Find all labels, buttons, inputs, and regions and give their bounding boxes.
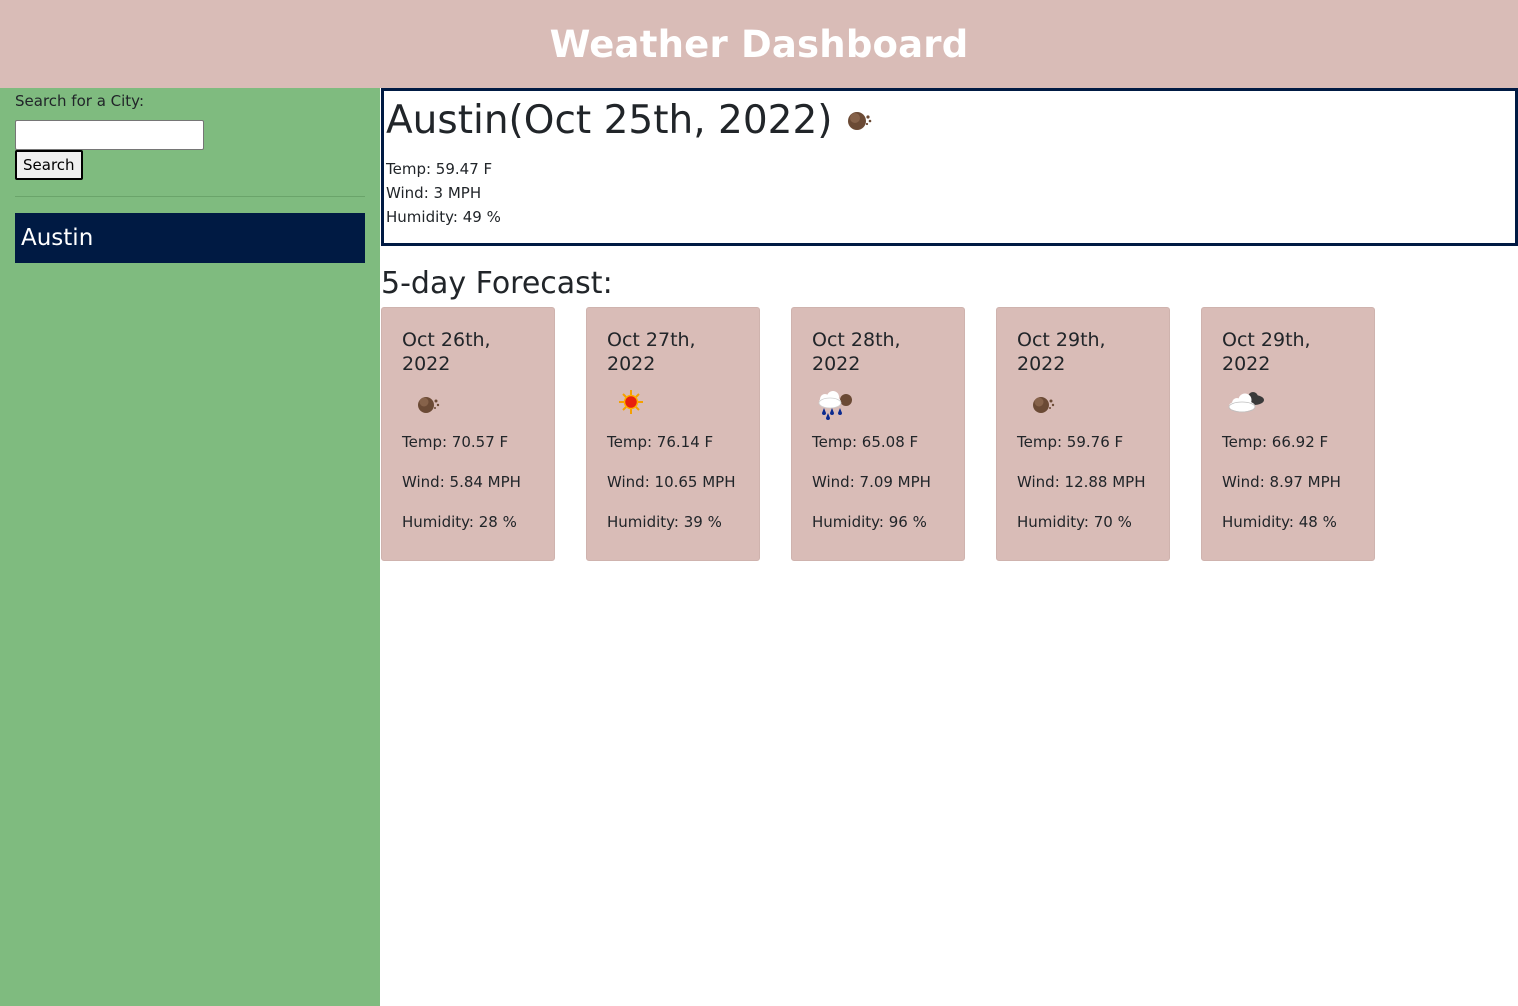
forecast-wind: Wind: 5.84 MPH: [402, 473, 521, 491]
rain-icon: [812, 378, 944, 426]
forecast-title: 5-day Forecast:: [381, 266, 613, 301]
forecast-card: Oct 28th, 2022 Temp: 65.08 F Wind: 7.09 …: [791, 307, 965, 561]
page-header: Weather Dashboard: [0, 0, 1518, 88]
forecast-humidity: Humidity: 48 %: [1222, 513, 1337, 531]
forecast-card: Oct 29th, 2022 Temp: 66.92 F Wind: 8.97 …: [1201, 307, 1375, 561]
forecast-humidity: Humidity: 70 %: [1017, 513, 1132, 531]
current-wind: Wind: 3 MPH: [386, 184, 482, 202]
forecast-wind: Wind: 8.97 MPH: [1222, 473, 1341, 491]
main-content: Austin(Oct 25th, 2022) Temp: 59.47 F Win…: [380, 88, 1518, 1006]
forecast-date: Oct 29th, 2022: [1017, 329, 1106, 375]
broken-clouds-icon: [402, 378, 534, 426]
forecast-temp: Temp: 70.57 F: [402, 433, 509, 451]
forecast-card: Oct 29th, 2022 Temp: 59.76 F Wind: 12.88…: [996, 307, 1170, 561]
broken-clouds-icon: [845, 98, 875, 143]
forecast-cards: Oct 26th, 2022 Temp: 70.57 F Wind: 5.84 …: [381, 307, 1518, 561]
forecast-card: Oct 27th, 2022 Temp: 76.14 F Wind: 10.65…: [586, 307, 760, 561]
sidebar-divider: [15, 196, 365, 197]
current-humidity: Humidity: 49 %: [386, 208, 501, 226]
forecast-date: Oct 26th, 2022: [402, 329, 491, 375]
search-input[interactable]: [15, 120, 204, 150]
clouds-icon: [1222, 378, 1354, 426]
forecast-temp: Temp: 66.92 F: [1222, 433, 1329, 451]
current-weather: Austin(Oct 25th, 2022) Temp: 59.47 F Win…: [381, 88, 1518, 246]
forecast-card: Oct 26th, 2022 Temp: 70.57 F Wind: 5.84 …: [381, 307, 555, 561]
search-button[interactable]: Search: [15, 150, 83, 180]
page-title: Weather Dashboard: [549, 22, 969, 66]
forecast-wind: Wind: 7.09 MPH: [812, 473, 931, 491]
search-label: Search for a City:: [15, 92, 145, 110]
current-weather-heading: Austin(Oct 25th, 2022): [386, 95, 1513, 145]
sun-icon: [607, 378, 739, 426]
forecast-wind: Wind: 10.65 MPH: [607, 473, 736, 491]
history-item-label: Austin: [21, 225, 94, 251]
history-item-austin[interactable]: Austin: [15, 213, 365, 263]
current-temp: Temp: 59.47 F: [386, 160, 493, 178]
forecast-humidity: Humidity: 39 %: [607, 513, 722, 531]
forecast-date: Oct 27th, 2022: [607, 329, 696, 375]
forecast-temp: Temp: 76.14 F: [607, 433, 714, 451]
forecast-date: Oct 29th, 2022: [1222, 329, 1311, 375]
current-city-title: Austin(Oct 25th, 2022): [386, 97, 833, 143]
layout: Search for a City: Search Austin Austin(…: [0, 88, 1518, 1006]
forecast-date: Oct 28th, 2022: [812, 329, 901, 375]
forecast-temp: Temp: 59.76 F: [1017, 433, 1124, 451]
forecast-wind: Wind: 12.88 MPH: [1017, 473, 1146, 491]
forecast-humidity: Humidity: 96 %: [812, 513, 927, 531]
sidebar: Search for a City: Search Austin: [0, 88, 380, 1006]
forecast-temp: Temp: 65.08 F: [812, 433, 919, 451]
forecast-humidity: Humidity: 28 %: [402, 513, 517, 531]
broken-clouds-icon: [1017, 378, 1149, 426]
